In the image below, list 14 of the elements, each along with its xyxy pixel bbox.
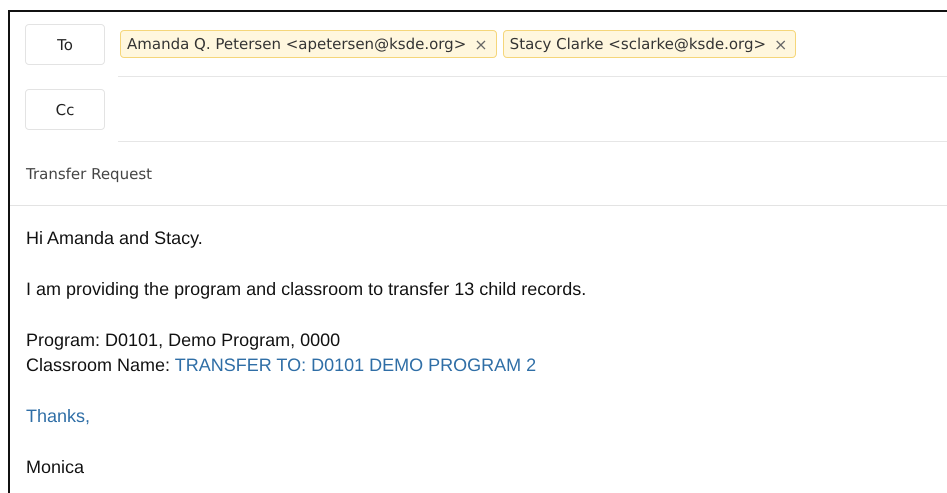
- message-line: Thanks,: [26, 405, 92, 428]
- to-button[interactable]: To: [25, 24, 105, 65]
- recipient-field[interactable]: Amanda Q. Petersen <apetersen@ksde.org> × Stacy Clarke <sclarke@ksde.org> ×: [118, 12, 947, 77]
- recipient-chip[interactable]: Stacy Clarke <sclarke@ksde.org> ×: [502, 30, 796, 58]
- subject-field[interactable]: Transfer Request: [10, 142, 947, 206]
- message-line: Program: D0101, Demo Program, 0000: [26, 329, 342, 352]
- remove-button[interactable]: ×: [774, 34, 788, 54]
- message-line: Classroom Name: TRANSFER TO: D0101 DEMO PROGRAM 2: [26, 354, 538, 377]
- remove-button[interactable]: ×: [474, 34, 488, 54]
- cc-button[interactable]: Cc: [25, 89, 105, 130]
- message-line: I am providing the program and classroom to transfer 13 child records.: [26, 278, 588, 301]
- message-line: Hi Amanda and Stacy.: [26, 227, 204, 250]
- message-line: Monica: [26, 456, 86, 479]
- recipient-chip[interactable]: Amanda Q. Petersen <apetersen@ksde.org> ×: [120, 30, 497, 58]
